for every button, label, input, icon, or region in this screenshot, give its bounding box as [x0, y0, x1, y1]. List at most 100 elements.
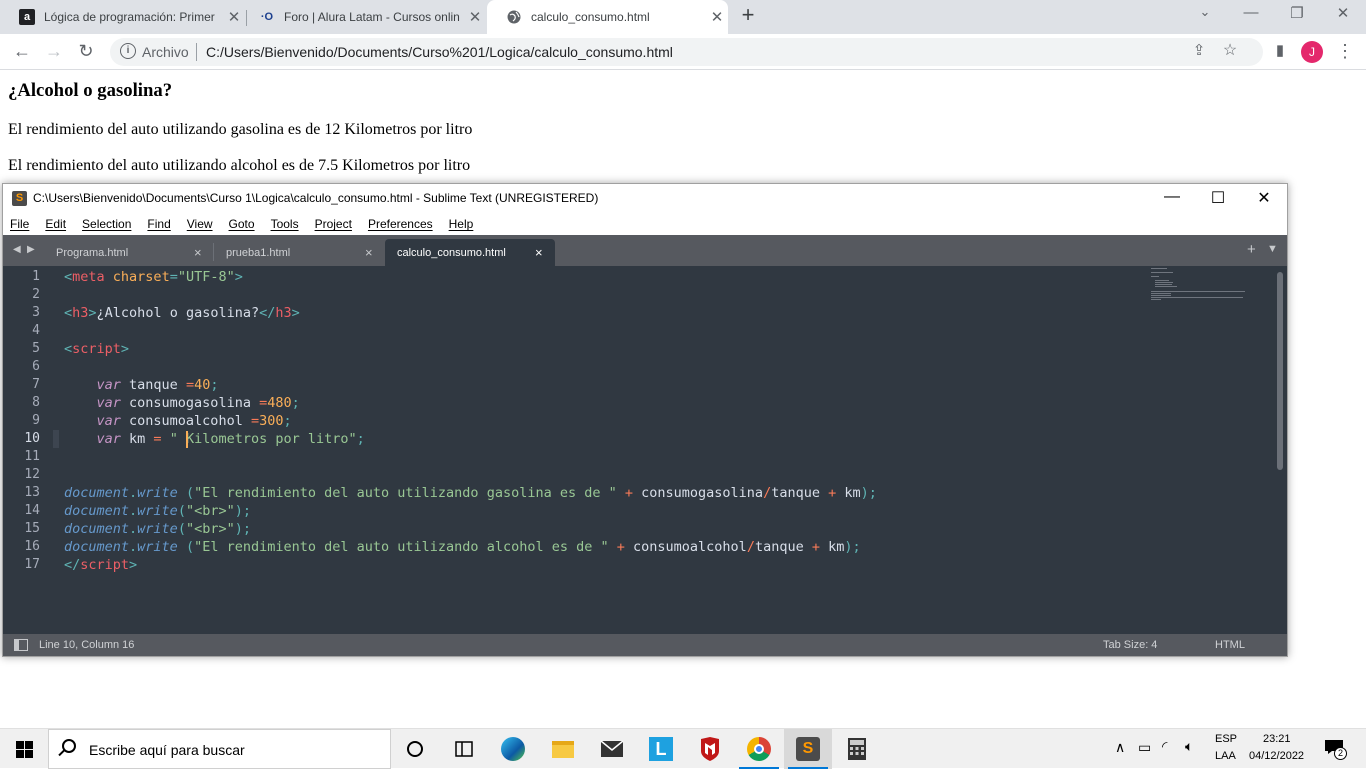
- close-icon[interactable]: ×: [194, 245, 202, 260]
- minimize-icon[interactable]: —: [1149, 188, 1195, 210]
- code-line: </script>: [64, 557, 138, 573]
- tab-size-indicator[interactable]: Tab Size: 4: [1103, 639, 1157, 651]
- chrome-icon[interactable]: [735, 729, 783, 769]
- close-icon[interactable]: ×: [535, 245, 543, 260]
- tab-search-icon[interactable]: ⌄: [1190, 4, 1220, 26]
- sublime-titlebar[interactable]: S C:\Users\Bienvenido\Documents\Curso 1\…: [3, 184, 1287, 214]
- tab-label: calculo_consumo.html: [397, 247, 506, 259]
- language-code[interactable]: ESP: [1215, 733, 1237, 745]
- clock-date[interactable]: 04/12/2022: [1249, 750, 1304, 762]
- alura-icon: a: [19, 9, 35, 25]
- close-window-icon[interactable]: ✕: [1328, 4, 1358, 26]
- edge-icon[interactable]: [489, 729, 537, 769]
- close-icon[interactable]: ✕: [464, 8, 486, 26]
- menu-tools[interactable]: Tools: [263, 214, 307, 235]
- minimize-icon[interactable]: —: [1236, 4, 1266, 26]
- line-number: 1: [32, 269, 40, 284]
- close-icon[interactable]: ✕: [223, 8, 245, 26]
- info-icon[interactable]: i: [120, 43, 136, 59]
- maximize-icon[interactable]: ☐: [1195, 188, 1241, 210]
- notification-center-icon[interactable]: 2: [1324, 739, 1347, 760]
- tab-right-arrow-icon[interactable]: ▶: [27, 244, 35, 255]
- editor-tab-calculo-consumo[interactable]: calculo_consumo.html ×: [385, 239, 555, 266]
- line-number: 5: [32, 341, 40, 356]
- calculator-icon[interactable]: [833, 729, 881, 769]
- menu-bar: File Edit Selection Find View Goto Tools…: [3, 214, 1287, 235]
- browser-tab-title: Lógica de programación: Primer: [44, 10, 215, 24]
- minimap[interactable]: [1147, 266, 1247, 306]
- line-number: 2: [32, 287, 40, 302]
- menu-file[interactable]: File: [3, 214, 37, 235]
- reload-icon[interactable]: ↻: [74, 40, 98, 64]
- vertical-scrollbar[interactable]: [1277, 272, 1283, 470]
- close-icon[interactable]: ×: [365, 245, 373, 260]
- keyboard-layout[interactable]: LAA: [1215, 750, 1236, 762]
- new-tab-button[interactable]: +: [737, 4, 759, 27]
- sublime-text-icon[interactable]: S: [784, 729, 832, 769]
- mail-icon[interactable]: [588, 729, 636, 769]
- new-tab-plus-icon[interactable]: +: [1247, 241, 1256, 258]
- line-number: 14: [24, 503, 40, 518]
- battery-icon[interactable]: ▭: [1138, 739, 1151, 756]
- side-panel-icon[interactable]: ▮: [1268, 40, 1292, 64]
- sublime-logo-icon: S: [12, 191, 27, 206]
- browser-toolbar: ← → ↻ i Archivo C:/Users/Bienvenido/Docu…: [0, 34, 1366, 70]
- menu-find[interactable]: Find: [139, 214, 178, 235]
- windows-start-icon[interactable]: [0, 729, 48, 769]
- code-line: document.write("<br>");: [64, 503, 251, 519]
- code-line: document.write ("El rendimiento del auto…: [64, 539, 861, 555]
- browser-tab-1[interactable]: a Lógica de programación: Primer ✕: [0, 0, 245, 34]
- share-icon[interactable]: ⇪: [1187, 40, 1211, 64]
- bookmark-star-icon[interactable]: ☆: [1218, 40, 1242, 64]
- menu-kebab-icon[interactable]: ⋮: [1333, 40, 1357, 64]
- menu-selection[interactable]: Selection: [74, 214, 139, 235]
- search-input[interactable]: Escribe aquí para buscar: [89, 742, 245, 758]
- editor-tab-programa[interactable]: Programa.html ×: [44, 239, 212, 266]
- editor-tab-prueba1[interactable]: prueba1.html ×: [214, 239, 384, 266]
- menu-help[interactable]: Help: [441, 214, 482, 235]
- menu-project[interactable]: Project: [307, 214, 360, 235]
- task-view-icon[interactable]: [440, 729, 488, 769]
- line-number: 9: [32, 413, 40, 428]
- code-editor[interactable]: 1 2 3 4 5 6 7 8 9 10 11 12 13 14 15 16 17 <meta charset=…: [3, 266, 1287, 634]
- sublime-window: S C:\Users\Bienvenido\Documents\Curso 1\…: [2, 183, 1288, 657]
- cortana-icon[interactable]: [391, 729, 439, 769]
- menu-goto[interactable]: Goto: [221, 214, 263, 235]
- cursor-position: Line 10, Column 16: [39, 639, 135, 651]
- text-cursor: [186, 431, 188, 448]
- address-bar[interactable]: i Archivo C:/Users/Bienvenido/Documents/…: [110, 38, 1263, 66]
- address-url[interactable]: C:/Users/Bienvenido/Documents/Curso%201/…: [206, 44, 673, 60]
- menu-view[interactable]: View: [179, 214, 221, 235]
- back-icon[interactable]: ←: [10, 40, 34, 64]
- window-title: C:\Users\Bienvenido\Documents\Curso 1\Lo…: [33, 191, 599, 205]
- taskbar-search[interactable]: Escribe aquí para buscar: [48, 729, 391, 769]
- code-line: var tanque =40;: [96, 377, 219, 393]
- tab-list-dropdown-icon[interactable]: ▼: [1267, 243, 1278, 255]
- browser-tab-2[interactable]: ·Ο Foro | Alura Latam - Cursos onlin ✕: [247, 0, 486, 34]
- chevron-up-icon[interactable]: ∧: [1115, 739, 1125, 756]
- menu-preferences[interactable]: Preferences: [360, 214, 441, 235]
- volume-icon[interactable]: 🔈︎: [1185, 738, 1193, 755]
- restore-icon[interactable]: ❐: [1282, 4, 1312, 26]
- syntax-indicator[interactable]: HTML: [1215, 639, 1245, 651]
- avatar[interactable]: J: [1301, 41, 1323, 63]
- close-window-icon[interactable]: ✕: [1241, 188, 1287, 210]
- wifi-icon[interactable]: ◜: [1162, 738, 1167, 755]
- browser-tab-3[interactable]: calculo_consumo.html ✕: [487, 0, 728, 34]
- file-explorer-icon[interactable]: [539, 729, 587, 769]
- close-icon[interactable]: ✕: [706, 8, 728, 26]
- mcafee-icon[interactable]: [686, 729, 734, 769]
- result-line: El rendimiento del auto utilizando gasol…: [8, 121, 473, 138]
- menu-edit[interactable]: Edit: [37, 214, 74, 235]
- panel-toggle-icon[interactable]: [14, 639, 28, 651]
- tab-left-arrow-icon[interactable]: ◀: [13, 244, 21, 255]
- line-number: 3: [32, 305, 40, 320]
- code-line: var consumoalcohol =300;: [96, 413, 292, 429]
- code-line: document.write("<br>");: [64, 521, 251, 537]
- line-number: 13: [24, 485, 40, 500]
- clock-time[interactable]: 23:21: [1263, 733, 1291, 745]
- code-line: var km = " Kilometros por litro";: [96, 431, 365, 447]
- launcher-l-icon[interactable]: L: [637, 729, 685, 769]
- code-line: var consumogasolina =480;: [96, 395, 300, 411]
- forward-icon[interactable]: →: [42, 40, 66, 64]
